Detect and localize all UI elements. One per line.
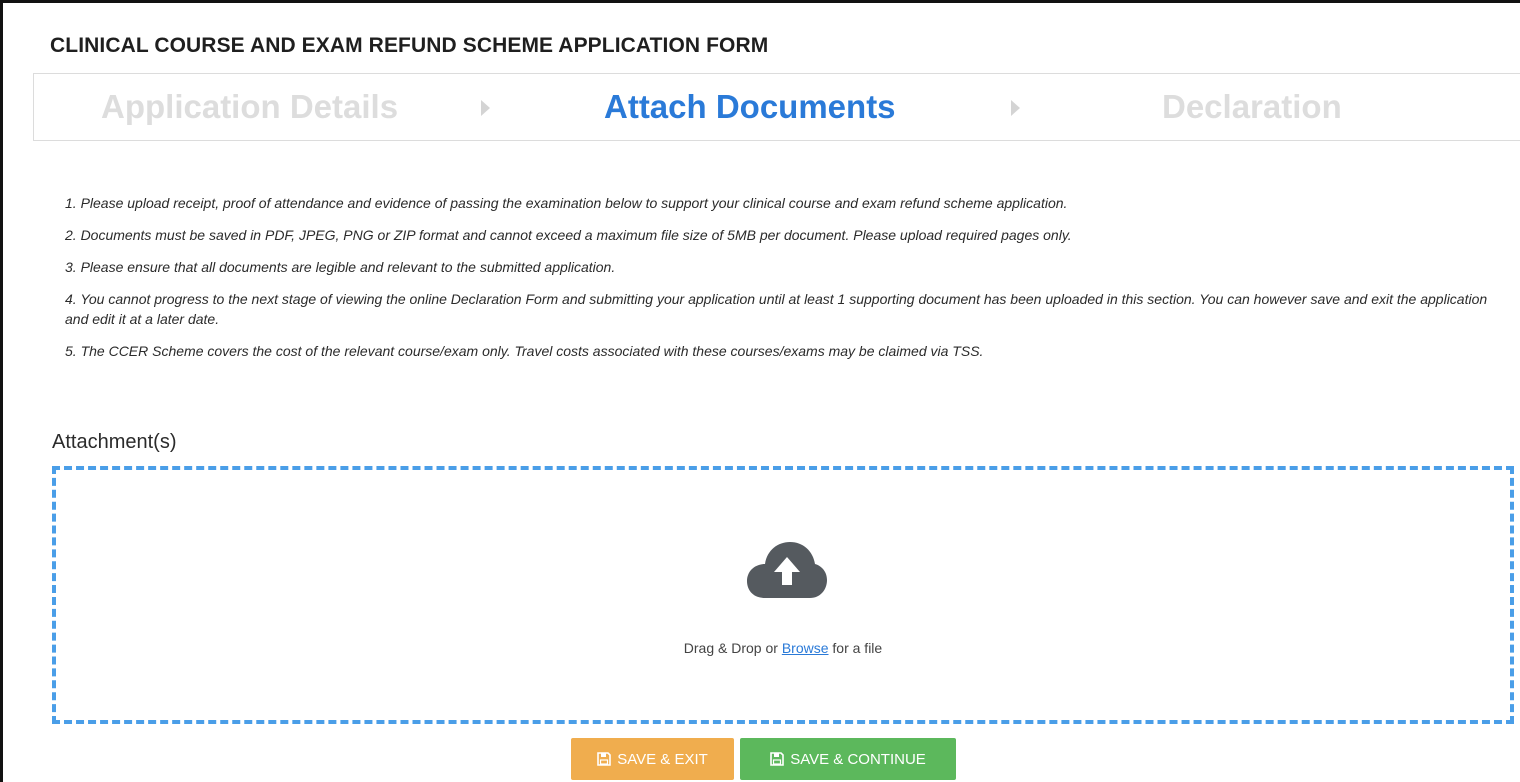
step-arrow-icon bbox=[481, 100, 490, 116]
instruction-item: 4. You cannot progress to the next stage… bbox=[65, 291, 1488, 327]
application-form-panel: CLINICAL COURSE AND EXAM REFUND SCHEME A… bbox=[0, 0, 1520, 782]
floppy-disk-icon bbox=[770, 752, 785, 766]
cloud-upload-icon[interactable] bbox=[747, 540, 827, 600]
instruction-item: 1. Please upload receipt, proof of atten… bbox=[65, 195, 1068, 211]
save-continue-label: SAVE & CONTINUE bbox=[790, 750, 926, 768]
step-declaration[interactable]: Declaration bbox=[1162, 88, 1342, 126]
save-exit-button[interactable]: SAVE & EXIT bbox=[571, 738, 734, 780]
save-exit-label: SAVE & EXIT bbox=[617, 750, 708, 768]
progress-steps: Application Details Attach Documents Dec… bbox=[33, 73, 1520, 141]
step-arrow-icon bbox=[1011, 100, 1020, 116]
step-attach-documents[interactable]: Attach Documents bbox=[604, 88, 896, 126]
drop-text-before: Drag & Drop or bbox=[683, 640, 782, 656]
file-dropzone[interactable]: Drag & Drop or Browse for a file bbox=[52, 466, 1514, 724]
instruction-item: 3. Please ensure that all documents are … bbox=[65, 259, 616, 275]
step-application-details[interactable]: Application Details bbox=[101, 88, 398, 126]
instruction-item: 2. Documents must be saved in PDF, JPEG,… bbox=[65, 227, 1072, 243]
floppy-disk-icon bbox=[597, 752, 612, 766]
browse-link[interactable]: Browse bbox=[782, 640, 829, 656]
attachments-label: Attachment(s) bbox=[52, 431, 177, 453]
drop-text-after: for a file bbox=[828, 640, 883, 656]
instructions-list: 1. Please upload receipt, proof of atten… bbox=[65, 193, 1505, 361]
form-title: CLINICAL COURSE AND EXAM REFUND SCHEME A… bbox=[50, 34, 769, 57]
dropzone-instructions: Drag & Drop or Browse for a file bbox=[56, 640, 1510, 656]
save-continue-button[interactable]: SAVE & CONTINUE bbox=[740, 738, 956, 780]
instruction-item: 5. The CCER Scheme covers the cost of th… bbox=[65, 343, 984, 359]
